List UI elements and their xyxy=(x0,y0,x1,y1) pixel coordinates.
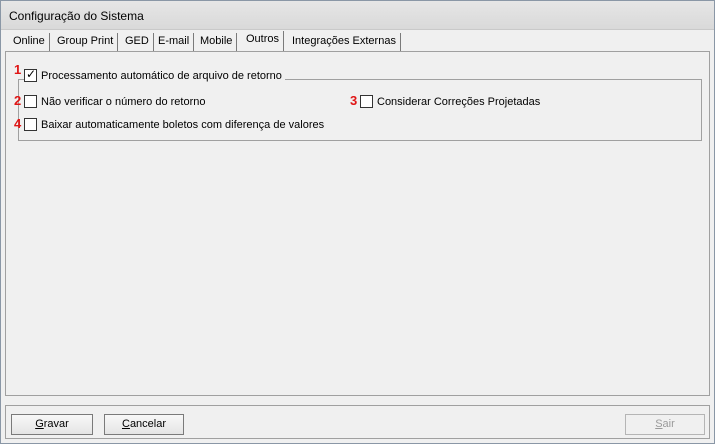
cancel-hotkey: C xyxy=(121,418,130,430)
checkbox-icon xyxy=(360,95,373,108)
exit-rest: air xyxy=(662,418,675,430)
tab-online[interactable]: Online xyxy=(9,33,50,51)
checkbox-icon: ✓ xyxy=(24,67,37,82)
tab-panel-outros: 1 ✓ Processamento automático de arquivo … xyxy=(5,51,710,396)
save-button[interactable]: Gravar xyxy=(11,414,93,435)
no-verify-number-checkbox[interactable]: Não verificar o número do retorno xyxy=(24,95,205,108)
tab-strip: Online Group Print GED E-mail Mobile Out… xyxy=(5,31,711,51)
marker-3: 3 xyxy=(350,93,358,108)
tab-outros[interactable]: Outros xyxy=(242,31,285,51)
tab-ged[interactable]: GED xyxy=(121,33,154,51)
exit-button[interactable]: Sair xyxy=(625,414,705,435)
window-title: Configuração do Sistema xyxy=(9,9,144,23)
tab-group-print[interactable]: Group Print xyxy=(53,33,119,51)
projected-corrections-label: Considerar Correções Projetadas xyxy=(377,95,541,108)
return-processing-group xyxy=(18,79,702,141)
marker-2: 2 xyxy=(14,93,22,108)
save-rest: ravar xyxy=(43,418,69,430)
exit-hotkey: S xyxy=(655,418,663,430)
tab-integracoes-externas[interactable]: Integrações Externas xyxy=(288,33,401,51)
auto-download-boletos-checkbox[interactable]: Baixar automaticamente boletos com difer… xyxy=(24,118,324,131)
config-window: Configuração do Sistema Online Group Pri… xyxy=(0,0,715,444)
title-bar[interactable]: Configuração do Sistema xyxy=(1,1,714,30)
tab-e-mail[interactable]: E-mail xyxy=(154,33,195,51)
save-hotkey: G xyxy=(35,418,44,430)
auto-download-boletos-label: Baixar automaticamente boletos com difer… xyxy=(41,118,325,131)
no-verify-number-label: Não verificar o número do retorno xyxy=(41,95,206,108)
marker-4: 4 xyxy=(14,116,22,131)
projected-corrections-checkbox[interactable]: Considerar Correções Projetadas xyxy=(360,95,540,108)
cancel-button[interactable]: Cancelar xyxy=(104,414,184,435)
checkbox-icon xyxy=(24,118,37,131)
tab-mobile[interactable]: Mobile xyxy=(196,33,238,51)
auto-process-checkbox[interactable]: ✓ Processamento automático de arquivo de… xyxy=(24,67,285,82)
button-bar: Gravar Cancelar Sair xyxy=(5,405,710,439)
auto-process-label: Processamento automático de arquivo de r… xyxy=(41,69,282,82)
cancel-rest: ancelar xyxy=(129,418,167,430)
checkbox-icon xyxy=(24,95,37,108)
marker-1: 1 xyxy=(14,62,22,77)
